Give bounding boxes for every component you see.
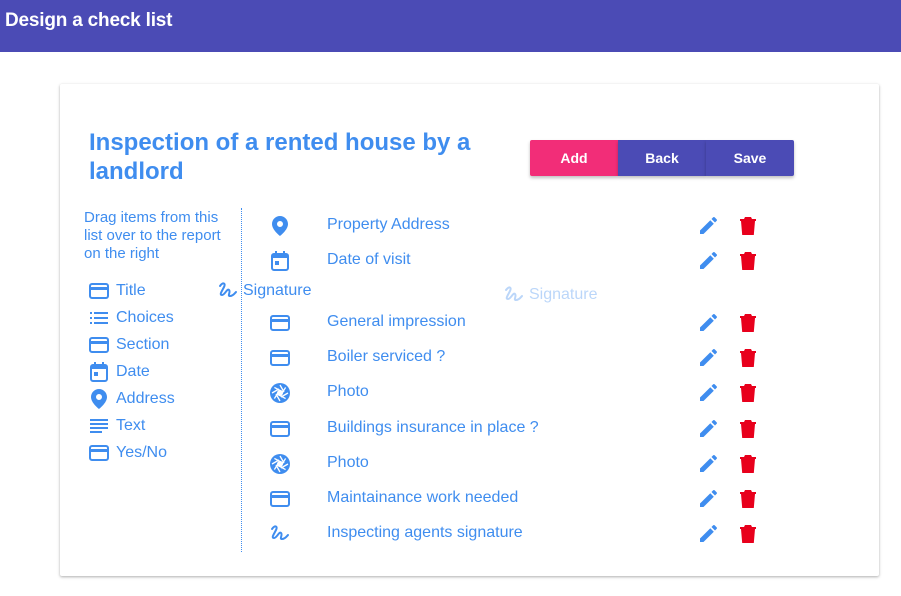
checklist-item-label: Buildings insurance in place ? bbox=[327, 419, 539, 436]
edit-icon[interactable] bbox=[696, 381, 720, 405]
card-icon bbox=[268, 311, 292, 335]
card-icon bbox=[88, 280, 110, 302]
trash-icon[interactable] bbox=[736, 452, 760, 476]
trash-icon[interactable] bbox=[736, 249, 760, 273]
dragging-palette-item-signature[interactable]: Signature bbox=[217, 280, 312, 302]
back-button[interactable]: Back bbox=[618, 140, 706, 176]
edit-icon[interactable] bbox=[696, 487, 720, 511]
card-icon bbox=[268, 417, 292, 441]
checklist-item[interactable]: Buildings insurance in place ? bbox=[258, 415, 770, 443]
edit-icon[interactable] bbox=[696, 452, 720, 476]
card-icon bbox=[88, 334, 110, 356]
signature-icon bbox=[217, 280, 239, 302]
card-icon bbox=[268, 346, 292, 370]
checklist-item[interactable]: Property Address bbox=[258, 212, 770, 240]
signature-icon bbox=[268, 522, 292, 546]
checklist-item[interactable]: Inspecting agents signature bbox=[258, 520, 770, 548]
calendar-icon bbox=[88, 361, 110, 383]
checklist-item-label: Boiler serviced ? bbox=[327, 348, 446, 365]
trash-icon[interactable] bbox=[736, 346, 760, 370]
edit-icon[interactable] bbox=[696, 249, 720, 273]
checklist-item-label: Photo bbox=[327, 383, 369, 400]
checklist-item-label: Photo bbox=[327, 454, 369, 471]
edit-icon[interactable] bbox=[696, 417, 720, 441]
palette-item-label: Yes/No bbox=[116, 444, 167, 461]
save-button[interactable]: Save bbox=[706, 140, 794, 176]
trash-icon[interactable] bbox=[736, 417, 760, 441]
edit-icon[interactable] bbox=[696, 522, 720, 546]
palette-divider bbox=[241, 208, 242, 552]
checklist-item[interactable]: General impression bbox=[258, 309, 770, 337]
palette-item-choices[interactable]: Choices bbox=[88, 307, 174, 329]
palette-item-label: Text bbox=[116, 417, 146, 434]
palette-item-label: Title bbox=[116, 282, 146, 299]
palette-item-address[interactable]: Address bbox=[88, 388, 175, 410]
card-icon bbox=[88, 442, 110, 464]
report-title: Inspection of a rented house by a landlo… bbox=[89, 129, 471, 185]
palette-item-date[interactable]: Date bbox=[88, 361, 150, 383]
location-pin-icon bbox=[268, 214, 292, 238]
checklist-item-label: Property Address bbox=[327, 216, 450, 233]
calendar-icon bbox=[268, 249, 292, 273]
edit-icon[interactable] bbox=[696, 214, 720, 238]
checklist-item[interactable]: Photo bbox=[258, 379, 770, 407]
palette-item-label: Choices bbox=[116, 309, 174, 326]
palette-instructions: Drag items from this list over to the re… bbox=[84, 209, 221, 262]
designer-card: Inspection of a rented house by a landlo… bbox=[60, 84, 879, 576]
palette-item-label: Date bbox=[116, 363, 150, 380]
app-bar: Design a check list bbox=[0, 0, 901, 52]
edit-icon[interactable] bbox=[696, 311, 720, 335]
trash-icon[interactable] bbox=[736, 381, 760, 405]
checklist-item[interactable]: Date of visit bbox=[258, 247, 770, 275]
checklist-item-label: Date of visit bbox=[327, 251, 411, 268]
drop-preview-signature: Signature bbox=[503, 284, 598, 306]
text-lines-icon bbox=[88, 415, 110, 437]
camera-aperture-icon bbox=[268, 452, 292, 476]
checklist-item-label: Maintainance work needed bbox=[327, 489, 519, 506]
palette-item-yes-no[interactable]: Yes/No bbox=[88, 442, 167, 464]
palette-item-text[interactable]: Text bbox=[88, 415, 145, 437]
checklist-item[interactable]: Maintainance work needed bbox=[258, 485, 770, 513]
palette-item-section[interactable]: Section bbox=[88, 334, 169, 356]
trash-icon[interactable] bbox=[736, 311, 760, 335]
edit-icon[interactable] bbox=[696, 346, 720, 370]
palette-item-label: Address bbox=[116, 390, 175, 407]
app-title: Design a check list bbox=[5, 10, 173, 31]
location-pin-icon bbox=[88, 388, 110, 410]
trash-icon[interactable] bbox=[736, 487, 760, 511]
palette-item-title[interactable]: Title bbox=[88, 280, 146, 302]
palette-item-label: Section bbox=[116, 336, 170, 353]
checklist-item[interactable]: Photo bbox=[258, 450, 770, 478]
signature-icon bbox=[503, 284, 525, 306]
drop-preview-label: Signature bbox=[529, 286, 598, 303]
list-icon bbox=[88, 307, 110, 329]
trash-icon[interactable] bbox=[736, 214, 760, 238]
camera-aperture-icon bbox=[268, 381, 292, 405]
checklist-item-label: Inspecting agents signature bbox=[327, 524, 523, 541]
checklist-item[interactable]: Boiler serviced ? bbox=[258, 344, 770, 372]
card-icon bbox=[268, 487, 292, 511]
add-button[interactable]: Add bbox=[530, 140, 618, 176]
trash-icon[interactable] bbox=[736, 522, 760, 546]
drag-item-label: Signature bbox=[243, 282, 312, 299]
checklist-item-label: General impression bbox=[327, 313, 466, 330]
